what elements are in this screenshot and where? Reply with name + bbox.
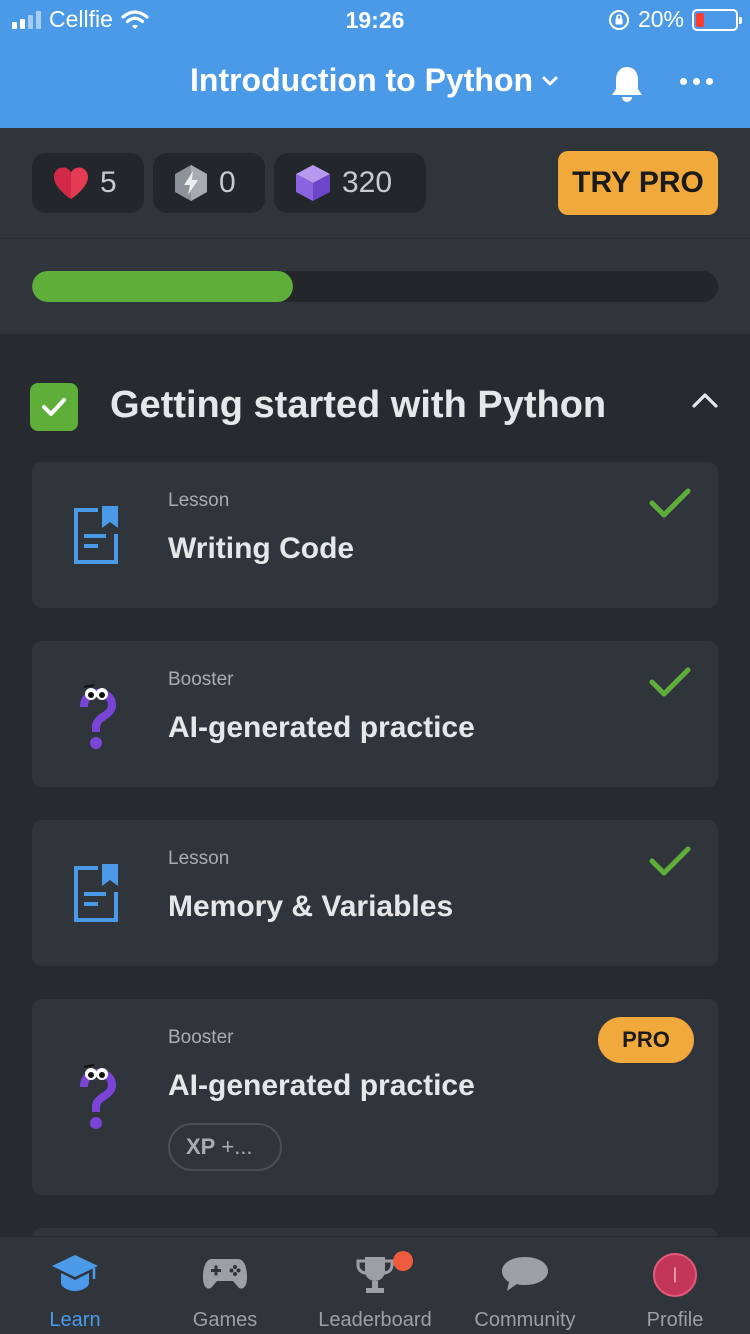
completed-check-icon [649, 846, 691, 876]
graduation-cap-icon [52, 1255, 98, 1291]
streak-counter[interactable]: 0 [153, 153, 265, 213]
tab-label: Learn [49, 1309, 101, 1331]
tab-profile[interactable]: | Profile [600, 1237, 750, 1334]
navigation-bar: Introduction to Python [0, 40, 750, 128]
avatar-icon: | [653, 1253, 697, 1297]
card-type-label: Lesson [168, 490, 230, 511]
completed-check-icon [649, 488, 691, 518]
progress-fill [32, 271, 293, 302]
orientation-lock-icon [608, 9, 629, 30]
lesson-icon [74, 864, 118, 922]
course-title: Introduction to Python [190, 62, 534, 98]
gems-count: 320 [342, 166, 393, 199]
tab-label: Profile [646, 1309, 704, 1331]
lesson-card[interactable]: Lesson Memory & Variables [32, 820, 718, 966]
card-title: AI-generated practice [168, 1069, 475, 1102]
tab-games[interactable]: Games [150, 1237, 300, 1334]
course-progress [0, 238, 750, 334]
course-selector[interactable]: Introduction to Python [190, 62, 559, 99]
booster-icon [80, 1064, 116, 1129]
card-type-label: Booster [168, 669, 234, 690]
module-header[interactable]: Getting started with Python [30, 382, 720, 432]
battery-icon [692, 8, 742, 31]
streak-count: 0 [219, 166, 236, 199]
card-title: Writing Code [168, 532, 355, 565]
tab-label: Games [192, 1309, 258, 1331]
bell-icon[interactable] [608, 64, 646, 104]
gem-cube-icon [296, 165, 330, 201]
module-complete-check-icon [30, 383, 78, 431]
tab-bar: Learn Games Leaderboard Community | Prof… [0, 1236, 750, 1334]
booster-icon [80, 684, 116, 749]
chevron-up-icon[interactable] [690, 390, 720, 410]
xp-value: +... [221, 1134, 253, 1159]
gems-counter[interactable]: 320 [274, 153, 426, 213]
booster-card[interactable]: Booster AI-generated practice PRO XP +..… [32, 999, 718, 1195]
pro-badge: PRO [598, 1017, 694, 1063]
stats-bar: 5 0 320 TRY PRO [0, 128, 750, 238]
tab-label: Leaderboard [318, 1309, 432, 1331]
card-type-label: Booster [168, 1027, 234, 1048]
gamepad-icon [203, 1259, 247, 1289]
heart-icon [54, 167, 88, 199]
lesson-card[interactable]: Lesson Writing Code [32, 462, 718, 608]
tab-community[interactable]: Community [450, 1237, 600, 1334]
notification-dot [393, 1251, 413, 1271]
chat-bubble-icon [502, 1257, 548, 1291]
card-type-label: Lesson [168, 848, 230, 869]
more-options-icon[interactable] [680, 78, 713, 85]
tab-learn[interactable]: Learn [0, 1237, 150, 1334]
try-pro-button[interactable]: TRY PRO [558, 151, 718, 215]
xp-label: XP [186, 1134, 216, 1159]
trophy-icon [356, 1257, 394, 1293]
tab-label: Community [474, 1309, 576, 1331]
status-bar: Cellfie 19:26 20% [0, 0, 750, 40]
hearts-counter[interactable]: 5 [32, 153, 144, 213]
chevron-down-icon [542, 76, 558, 85]
lesson-icon [74, 506, 118, 564]
xp-pill: XP +... [168, 1123, 282, 1171]
module-title: Getting started with Python [110, 384, 607, 426]
card-title: AI-generated practice [168, 711, 475, 744]
lightning-icon [175, 165, 207, 201]
progress-track [32, 271, 718, 302]
tab-leaderboard[interactable]: Leaderboard [300, 1237, 450, 1334]
booster-card[interactable]: Booster AI-generated practice [32, 641, 718, 787]
battery-percent: 20% [637, 6, 684, 32]
card-title: Memory & Variables [168, 890, 454, 923]
hearts-count: 5 [100, 166, 117, 199]
completed-check-icon [649, 667, 691, 697]
